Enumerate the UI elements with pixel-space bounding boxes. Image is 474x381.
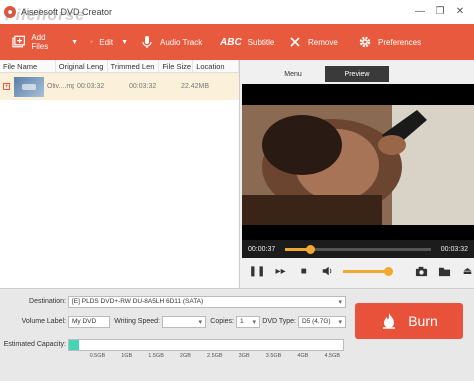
camera-icon[interactable] <box>415 264 428 278</box>
gear-icon <box>359 36 371 48</box>
audio-track-label: Audio Track <box>160 37 203 47</box>
dvd-type-label: DVD Type: <box>262 318 296 325</box>
destination-select[interactable]: [E] PLDS DVD+-RW DU-8A5LH 6D11 (SATA) <box>68 296 346 308</box>
burn-button[interactable]: Burn <box>355 303 463 339</box>
fire-icon <box>383 313 396 329</box>
preview-panel: Menu Preview 00:00:37 00:03:32 ❚❚ ▸▸ ■ ⏏ <box>241 60 474 288</box>
volume-slider[interactable] <box>343 266 393 276</box>
window-title: Aiseesoft DVD Creator <box>21 7 113 17</box>
audio-track-button[interactable]: Audio Track <box>134 24 214 60</box>
restore-button[interactable]: ❐ <box>432 4 448 18</box>
window-controls: — ❐ ✕ <box>412 4 468 18</box>
capacity-tick-label: 4.5GB <box>324 353 341 359</box>
capacity-tick-label: 4GB <box>297 353 309 359</box>
capacity-tick-label: 2.5GB <box>207 353 223 359</box>
destination-label: Destination: <box>29 298 66 305</box>
playback-controls: ❚❚ ▸▸ ■ ⏏ <box>242 258 474 284</box>
capacity-tick-label: 1GB <box>121 353 133 359</box>
volume-icon[interactable] <box>320 264 333 278</box>
close-button[interactable]: ✕ <box>452 4 468 18</box>
current-time: 00:00:37 <box>248 245 276 253</box>
capacity-tick-label: 1.5GB <box>148 353 164 359</box>
edit-button[interactable]: Edit ▼ <box>84 24 134 60</box>
seek-slider[interactable] <box>285 244 431 254</box>
remove-x-icon <box>290 37 300 47</box>
total-time: 00:03:32 <box>440 245 468 253</box>
writing-speed-label: Writing Speed: <box>114 318 160 325</box>
writing-speed-select[interactable] <box>162 316 206 328</box>
eject-icon[interactable]: ⏏ <box>461 264 474 278</box>
column-original-length[interactable]: Original Leng <box>56 60 108 72</box>
capacity-tick-label: 3GB <box>238 353 250 359</box>
copies-label: Copies: <box>210 318 234 325</box>
file-list-panel: File Name Original Leng Trimmed Len File… <box>0 60 240 288</box>
subtitle-label: Subtitle <box>247 37 275 47</box>
original-length-cell: 00:03:32 <box>77 83 105 90</box>
app-logo-icon <box>4 6 16 18</box>
column-location[interactable]: Location <box>193 60 240 72</box>
expand-icon[interactable]: + <box>3 83 10 90</box>
tab-menu[interactable]: Menu <box>261 66 325 82</box>
capacity-tick-label: 3.5GB <box>265 353 282 359</box>
file-name-cell: Oliv....mp4 <box>47 83 74 90</box>
remove-label: Remove <box>308 37 338 47</box>
subtitle-button[interactable]: ABC Subtitle <box>214 24 282 60</box>
copies-select[interactable]: 1 <box>236 316 260 328</box>
seek-handle[interactable] <box>305 244 315 254</box>
main-toolbar: Add Files ▼ Edit ▼ Audio Track ABC Subti… <box>0 24 474 60</box>
edit-label: Edit <box>99 37 114 47</box>
seek-bar: 00:00:37 00:03:32 <box>242 240 474 258</box>
burn-label: Burn <box>408 313 438 329</box>
add-files-label: Add Files <box>31 33 49 51</box>
column-file-size[interactable]: File Size <box>159 60 194 72</box>
file-list-header: File Name Original Leng Trimmed Len File… <box>0 60 240 73</box>
preferences-button[interactable]: Preferences <box>352 24 452 60</box>
video-frame <box>242 105 474 225</box>
capacity-bar <box>68 339 344 351</box>
add-files-button[interactable]: Add Files ▼ <box>6 24 84 60</box>
preferences-label: Preferences <box>378 37 422 47</box>
column-file-name[interactable]: File Name <box>0 60 56 72</box>
video-thumbnail <box>14 76 44 97</box>
tab-preview[interactable]: Preview <box>325 66 389 82</box>
step-forward-icon[interactable]: ▸▸ <box>274 264 287 278</box>
add-files-icon <box>12 35 25 48</box>
capacity-used-fill <box>69 340 79 350</box>
volume-label-label: Volume Label: <box>21 318 66 325</box>
minimize-button[interactable]: — <box>412 4 428 18</box>
capacity-tick-label: 2GB <box>179 353 191 359</box>
burn-settings-bar: Destination: [E] PLDS DVD+-RW DU-8A5LH 6… <box>0 288 474 381</box>
video-preview[interactable] <box>242 84 474 240</box>
dvd-type-select[interactable]: D5 (4.7G) <box>298 316 346 328</box>
title-bar: Aiseesoft DVD Creator Filehorse — ❐ ✕ <box>0 0 474 24</box>
add-files-dropdown-icon[interactable]: ▼ <box>71 39 78 46</box>
preview-tabs: Menu Preview <box>241 66 474 82</box>
subtitle-abc-icon: ABC <box>220 36 242 48</box>
file-size-cell: 22.42MB <box>181 83 210 90</box>
capacity-tick-label: 0.5GB <box>89 353 106 359</box>
volume-handle[interactable] <box>383 266 393 276</box>
capacity-label: Estimated Capacity: <box>3 341 66 348</box>
remove-button[interactable]: Remove <box>282 24 352 60</box>
column-trimmed-length[interactable]: Trimmed Len <box>108 60 160 72</box>
trimmed-length-cell: 00:03:32 <box>129 83 157 90</box>
edit-wand-icon <box>90 40 93 44</box>
volume-label-input[interactable]: My DVD <box>68 316 110 328</box>
table-row[interactable]: + Oliv....mp4 00:03:32 00:03:32 22.42MB <box>0 73 239 100</box>
folder-icon[interactable] <box>438 264 451 278</box>
pause-icon[interactable]: ❚❚ <box>249 264 266 278</box>
stop-icon[interactable]: ■ <box>297 264 310 278</box>
edit-dropdown-icon[interactable]: ▼ <box>121 39 128 46</box>
capacity-ticks: 0.5GB 1GB 1.5GB 2GB 2.5GB 3GB 3.5GB 4GB 4.5GB <box>68 353 344 363</box>
microphone-icon <box>142 36 152 48</box>
